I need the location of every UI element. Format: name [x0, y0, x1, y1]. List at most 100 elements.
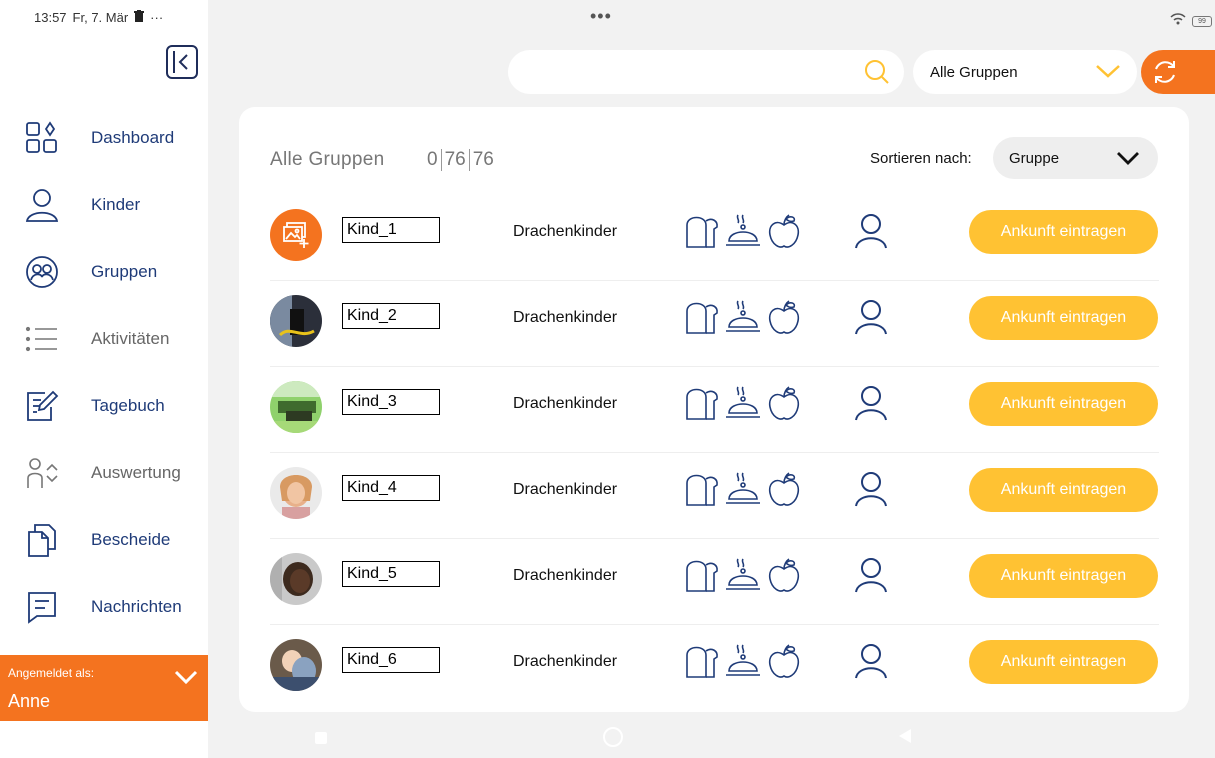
search-icon[interactable]	[864, 59, 890, 90]
login-name: Anne	[8, 691, 51, 711]
warm-meal-icon[interactable]	[724, 385, 762, 421]
status-time: 13:57	[34, 10, 67, 25]
child-icon	[24, 187, 60, 223]
table-row[interactable]: Kind_3 Drachenkinder Ankunft eintragen	[270, 367, 1159, 453]
sort-select[interactable]: Gruppe	[993, 137, 1158, 179]
child-name[interactable]: Kind_5	[342, 561, 440, 587]
warm-meal-icon[interactable]	[724, 299, 762, 335]
sidebar-item-label: Nachrichten	[91, 597, 182, 616]
sidebar-item-nachrichten[interactable]: Nachrichten	[0, 577, 208, 637]
recent-apps-button[interactable]	[315, 732, 327, 744]
avatar[interactable]	[270, 381, 322, 433]
apple-icon[interactable]	[766, 471, 802, 507]
collapse-sidebar-button[interactable]	[166, 45, 198, 79]
count-total: 76	[472, 149, 494, 170]
count-separator	[468, 149, 470, 171]
person-icon[interactable]	[853, 471, 889, 512]
group-filter-select[interactable]: Alle Gruppen	[913, 50, 1137, 94]
sidebar-item-gruppen[interactable]: Gruppen	[0, 242, 208, 302]
person-icon[interactable]	[853, 557, 889, 598]
add-photo-icon	[283, 222, 309, 248]
apple-icon[interactable]	[766, 385, 802, 421]
avatar[interactable]	[270, 553, 322, 605]
person-icon[interactable]	[853, 213, 889, 254]
apple-icon[interactable]	[766, 299, 802, 335]
logged-in-user-menu[interactable]: Angemeldet als: Anne	[0, 655, 208, 721]
table-row[interactable]: Kind_2 Drachenkinder Ankunft eintragen	[270, 281, 1159, 367]
sidebar-item-bescheide[interactable]: Bescheide	[0, 510, 208, 570]
person-icon[interactable]	[853, 643, 889, 684]
bread-icon[interactable]	[684, 643, 720, 679]
arrival-button[interactable]: Ankunft eintragen	[969, 382, 1158, 426]
bread-icon[interactable]	[684, 299, 720, 335]
sidebar-item-aktivitaeten[interactable]: Aktivitäten	[0, 309, 208, 369]
group-filter-value: Alle Gruppen	[930, 64, 1018, 81]
sidebar-item-dashboard[interactable]: Dashboard	[0, 108, 208, 168]
child-group: Drachenkinder	[513, 567, 618, 584]
arrival-button[interactable]: Ankunft eintragen	[969, 640, 1158, 684]
person-icon[interactable]	[853, 299, 889, 340]
dashboard-icon	[24, 120, 60, 156]
sidebar-item-label: Gruppen	[91, 262, 158, 281]
system-navigation-bar	[208, 718, 1215, 758]
attendance-counts: 0 76 76	[427, 149, 494, 171]
meal-icons	[684, 299, 802, 335]
refresh-icon	[1155, 61, 1175, 83]
child-group: Drachenkinder	[513, 223, 618, 240]
collapse-icon	[173, 51, 188, 73]
arrival-button[interactable]: Ankunft eintragen	[969, 296, 1158, 340]
table-row[interactable]: Kind_4 Drachenkinder Ankunft eintragen	[270, 453, 1159, 539]
page-title: Alle Gruppen	[270, 149, 385, 170]
table-row[interactable]: Kind_6 Drachenkinder Ankunft eintragen	[270, 625, 1159, 711]
sidebar-item-label: Aktivitäten	[91, 329, 170, 348]
sort-value: Gruppe	[1009, 150, 1060, 167]
bread-icon[interactable]	[684, 385, 720, 421]
search-input[interactable]	[508, 50, 904, 94]
child-name[interactable]: Kind_2	[342, 303, 440, 329]
child-name[interactable]: Kind_3	[342, 389, 440, 415]
count-present: 0	[427, 149, 438, 170]
arrival-button[interactable]: Ankunft eintragen	[969, 468, 1158, 512]
apple-icon[interactable]	[766, 213, 802, 249]
sidebar-item-label: Auswertung	[91, 463, 181, 482]
status-more: ···	[150, 10, 164, 25]
bread-icon[interactable]	[684, 471, 720, 507]
warm-meal-icon[interactable]	[724, 213, 762, 249]
child-name[interactable]: Kind_1	[342, 217, 440, 243]
sidebar-item-auswertung[interactable]: Auswertung	[0, 443, 208, 503]
bread-icon[interactable]	[684, 557, 720, 593]
arrival-button[interactable]: Ankunft eintragen	[969, 210, 1158, 254]
table-row[interactable]: Kind_5 Drachenkinder Ankunft eintragen	[270, 539, 1159, 625]
meal-icons	[684, 557, 802, 593]
sidebar-item-label: Bescheide	[91, 530, 171, 549]
avatar[interactable]	[270, 639, 322, 691]
add-photo-button[interactable]	[270, 209, 322, 261]
apple-icon[interactable]	[766, 643, 802, 679]
arrival-button[interactable]: Ankunft eintragen	[969, 554, 1158, 598]
child-group: Drachenkinder	[513, 395, 618, 412]
person-icon[interactable]	[853, 385, 889, 426]
sidebar-item-label: Tagebuch	[91, 396, 165, 415]
meal-icons	[684, 471, 802, 507]
bread-icon[interactable]	[684, 213, 720, 249]
home-button[interactable]	[603, 727, 623, 747]
child-group: Drachenkinder	[513, 309, 618, 326]
avatar[interactable]	[270, 295, 322, 347]
warm-meal-icon[interactable]	[724, 557, 762, 593]
sidebar-item-tagebuch[interactable]: Tagebuch	[0, 376, 208, 436]
apple-icon[interactable]	[766, 557, 802, 593]
child-name[interactable]: Kind_4	[342, 475, 440, 501]
documents-icon	[24, 522, 60, 558]
child-name[interactable]: Kind_6	[342, 647, 440, 673]
table-row[interactable]: Kind_1 Drachenkinder Ankunft eintragen	[270, 195, 1159, 281]
warm-meal-icon[interactable]	[724, 643, 762, 679]
sort-label: Sortieren nach:	[870, 150, 972, 167]
sidebar-item-kinder[interactable]: Kinder	[0, 175, 208, 235]
battery-icon: 99	[1192, 15, 1212, 27]
avatar[interactable]	[270, 467, 322, 519]
back-button[interactable]	[898, 728, 912, 749]
child-group: Drachenkinder	[513, 481, 618, 498]
warm-meal-icon[interactable]	[724, 471, 762, 507]
refresh-button[interactable]	[1141, 50, 1215, 94]
child-group: Drachenkinder	[513, 653, 618, 670]
